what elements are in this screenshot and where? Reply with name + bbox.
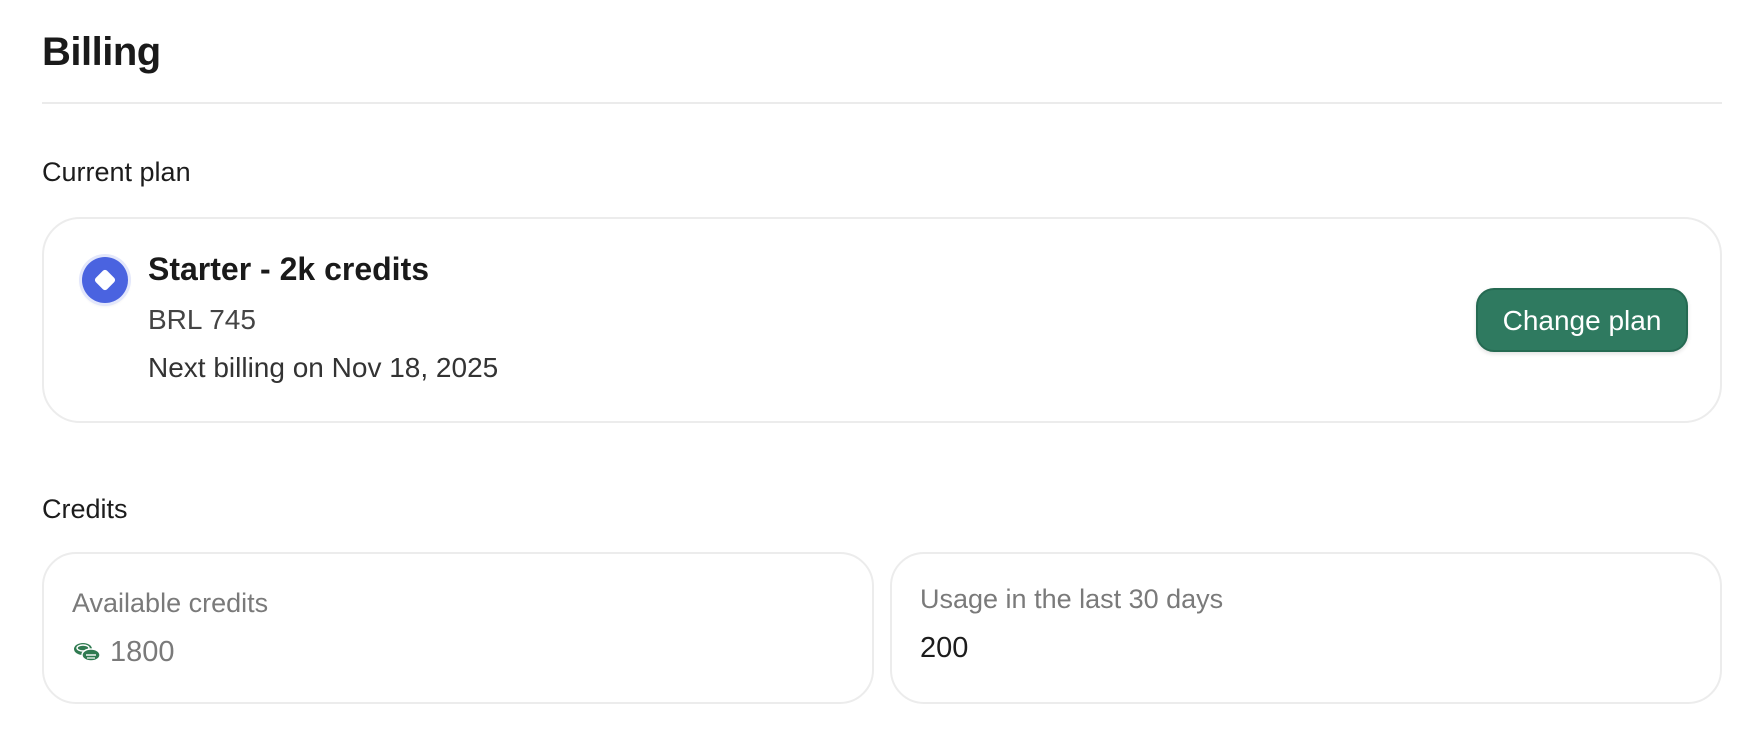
credits-heading: Credits <box>42 494 128 524</box>
next-billing-date: Next billing on Nov 18, 2025 <box>148 352 499 383</box>
page-title: Billing <box>42 30 161 74</box>
available-credits-card: Available credits 1800 <box>42 552 874 704</box>
change-plan-button[interactable]: Change plan <box>1476 288 1688 352</box>
usage-value: 200 <box>920 632 969 664</box>
available-credits-label: Available credits <box>72 588 269 618</box>
coins-icon <box>72 640 102 664</box>
available-credits-value: 1800 <box>110 636 175 668</box>
available-credits-value-row: 1800 <box>72 634 175 670</box>
plan-name: Starter - 2k credits <box>148 251 430 287</box>
plan-price: BRL 745 <box>148 304 256 335</box>
current-plan-heading: Current plan <box>42 157 191 187</box>
billing-page: Billing Current plan Starter - 2k credit… <box>0 0 1762 756</box>
title-divider <box>42 102 1722 104</box>
usage-card: Usage in the last 30 days 200 <box>890 552 1722 704</box>
usage-value-row: 200 <box>920 630 968 666</box>
usage-label: Usage in the last 30 days <box>920 584 1224 614</box>
plan-badge-icon <box>82 257 128 303</box>
current-plan-card: Starter - 2k credits BRL 745 Next billin… <box>42 217 1722 423</box>
